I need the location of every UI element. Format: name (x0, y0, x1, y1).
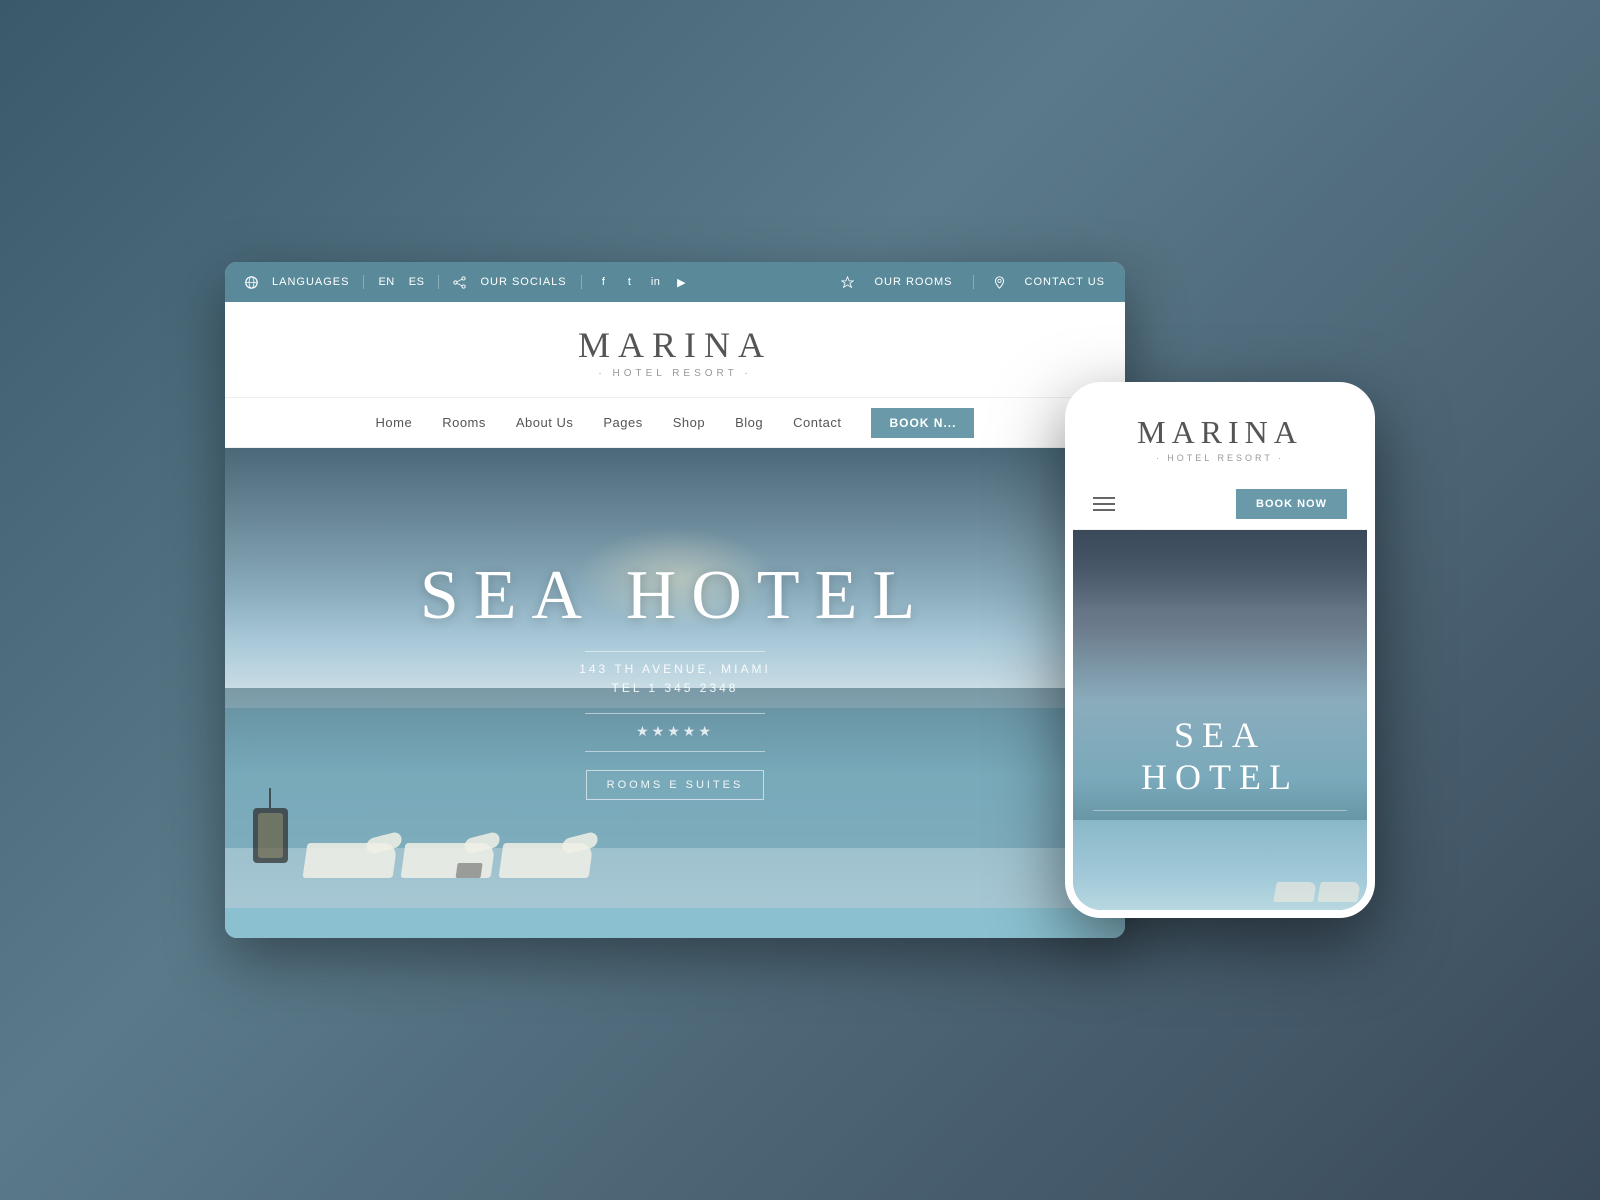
mobile-chair-2 (1317, 882, 1361, 902)
divider2 (438, 275, 439, 289)
lounge-chairs (305, 843, 591, 878)
mobile-book-button[interactable]: BOOK NOW (1236, 489, 1347, 519)
our-socials-label[interactable]: OUR SOCIALS (480, 276, 566, 288)
divider1 (363, 275, 364, 289)
desktop-header: MARINA · HOTEL RESORT · (225, 302, 1125, 398)
our-rooms-label[interactable]: OUR ROOMS (874, 276, 952, 288)
top-bar: LANGUAGES EN ES OUR SOCIALS (225, 262, 1125, 302)
share-icon (453, 276, 466, 289)
mobile-header: MARINA · HOTEL RESORT · (1073, 390, 1367, 479)
contact-us-label[interactable]: CONTACT US (1025, 276, 1106, 288)
desktop-hero: SEA HOTEL 143 TH AVENUE, MIAMI TEL 1 345… (225, 448, 1125, 908)
nav-contact[interactable]: Contact (793, 415, 841, 430)
hero-tel: TEL 1 345 2348 (225, 681, 1125, 695)
mobile-mockup: MARINA · HOTEL RESORT · BOOK NOW SEA HOT… (1065, 382, 1375, 918)
lantern-body (253, 808, 288, 863)
nav-pages[interactable]: Pages (603, 415, 642, 430)
hamburger-menu[interactable] (1093, 497, 1115, 511)
location-icon (994, 276, 1005, 289)
lang-en[interactable]: EN (378, 276, 394, 288)
hero-divider-bot (585, 751, 765, 752)
desktop-brand-name: MARINA (245, 324, 1105, 366)
hero-stars: ★★★★★ (225, 724, 1125, 741)
nav-about[interactable]: About Us (516, 415, 573, 430)
hamburger-line-3 (1093, 509, 1115, 511)
lounge-chair-2 (401, 843, 496, 878)
social-icons: f t in ▶ (596, 274, 690, 290)
mobile-inner: MARINA · HOTEL RESORT · BOOK NOW SEA HOT… (1073, 390, 1367, 910)
star-icon (841, 276, 854, 289)
lantern-glow (258, 813, 283, 858)
divider3 (581, 275, 582, 289)
globe-icon (245, 276, 258, 289)
hamburger-line-1 (1093, 497, 1115, 499)
nav-home[interactable]: Home (376, 415, 413, 430)
top-bar-right: OUR ROOMS CONTACT US (841, 275, 1105, 289)
linkedin-icon[interactable]: in (648, 274, 664, 290)
hero-divider-top (585, 651, 765, 652)
languages-label[interactable]: LANGUAGES (272, 276, 349, 288)
scene-container: LANGUAGES EN ES OUR SOCIALS (225, 262, 1375, 938)
lang-es[interactable]: ES (409, 276, 425, 288)
mobile-hero-text: SEA HOTEL ROOMS E SUITES (1073, 714, 1367, 830)
desktop-bottom-strip (225, 908, 1125, 938)
mobile-nav: BOOK NOW (1073, 479, 1367, 530)
mobile-hero-dark-top (1073, 530, 1367, 610)
desktop-mockup: LANGUAGES EN ES OUR SOCIALS (225, 262, 1125, 938)
mobile-chair-1 (1273, 882, 1317, 902)
lounge-chair-3 (499, 843, 594, 878)
hero-text-overlay: SEA HOTEL 143 TH AVENUE, MIAMI TEL 1 345… (225, 556, 1125, 800)
mobile-lounge-chairs (1275, 882, 1359, 902)
nav-shop[interactable]: Shop (673, 415, 705, 430)
mobile-hero-divider (1093, 810, 1347, 811)
top-bar-left: LANGUAGES EN ES OUR SOCIALS (245, 274, 841, 290)
mobile-brand-subtitle: · HOTEL RESORT · (1089, 453, 1351, 463)
nav-rooms[interactable]: Rooms (442, 415, 486, 430)
hero-divider-mid (585, 713, 765, 714)
desktop-brand-subtitle: · HOTEL RESORT · (245, 368, 1105, 379)
twitter-icon[interactable]: t (622, 274, 638, 290)
facebook-icon[interactable]: f (596, 274, 612, 290)
mobile-hero-title: SEA HOTEL (1093, 714, 1347, 798)
desktop-nav: Home Rooms About Us Pages Shop Blog Cont… (225, 398, 1125, 448)
mobile-pool-area (1073, 820, 1367, 910)
hamburger-line-2 (1093, 503, 1115, 505)
lounge-chair-1 (303, 843, 398, 878)
mobile-brand-name: MARINA (1089, 414, 1351, 451)
divider4 (973, 275, 974, 289)
mobile-hero: SEA HOTEL ROOMS E SUITES (1073, 530, 1367, 910)
hero-cta-button[interactable]: ROOMS E SUITES (586, 770, 765, 800)
desktop-book-button[interactable]: BOOK N... (871, 408, 974, 438)
hero-address: 143 TH AVENUE, MIAMI (225, 662, 1125, 676)
nav-blog[interactable]: Blog (735, 415, 763, 430)
chair-towel (456, 863, 483, 878)
hero-lantern (245, 788, 295, 868)
youtube-icon[interactable]: ▶ (674, 274, 690, 290)
hero-title: SEA HOTEL (225, 556, 1125, 636)
